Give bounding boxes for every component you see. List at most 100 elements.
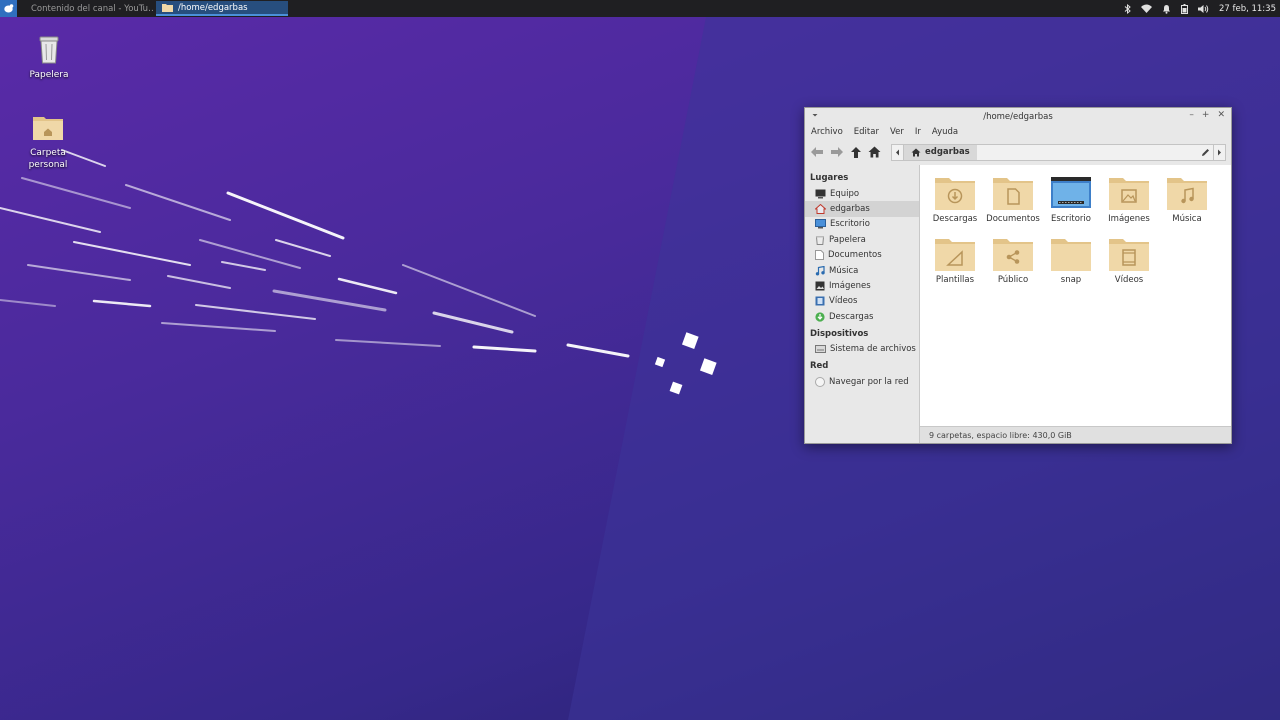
desktop-folder-icon <box>1051 177 1091 208</box>
home-folder-icon <box>33 117 63 140</box>
menu-archivo[interactable]: Archivo <box>811 127 843 137</box>
sidebar-heading-places: Lugares <box>810 173 849 183</box>
sidebar-item-edgarbas[interactable]: edgarbas <box>805 201 919 217</box>
folder-label: Documentos <box>986 214 1040 224</box>
sidebar-item-label: Papelera <box>829 234 866 245</box>
folder-label: Escritorio <box>1051 214 1091 224</box>
close-icon[interactable]: ✕ <box>1217 110 1225 120</box>
desktop-icon-label: Papelera <box>29 70 69 80</box>
chevron-left-icon <box>896 149 899 155</box>
minimize-icon[interactable]: – <box>1189 110 1194 120</box>
sidebar: Lugares Equipo edgarbas Escritorio Papel… <box>805 165 919 443</box>
sidebar-item-label: Música <box>829 265 859 276</box>
breadcrumb-label: edgarbas <box>925 147 970 157</box>
taskbar-item-label: /home/edgarbas <box>178 2 248 13</box>
drive-icon <box>815 345 826 354</box>
sidebar-item-label: Descargas <box>829 311 874 322</box>
home-icon[interactable] <box>868 146 881 158</box>
sidebar-item-descargas[interactable]: Descargas <box>805 309 919 324</box>
path-scroll-left[interactable] <box>892 144 904 160</box>
music-folder-icon <box>1167 178 1207 210</box>
back-arrow-icon[interactable] <box>810 146 824 158</box>
sidebar-item-navegar-por-la-red[interactable]: Navegar por la red <box>805 374 919 389</box>
pictures-folder-icon <box>1109 178 1149 210</box>
window-menu-icon[interactable] <box>811 111 819 119</box>
menu-ver[interactable]: Ver <box>890 127 904 137</box>
edit-location-button[interactable] <box>1197 145 1213 160</box>
bluetooth-icon[interactable] <box>1124 3 1131 14</box>
up-arrow-icon[interactable] <box>850 146 862 159</box>
desktop-icon-label: Carpeta personal <box>28 148 68 170</box>
sidebar-item-label: Navegar por la red <box>829 376 909 387</box>
folder-plantillas[interactable]: Plantillas <box>926 236 984 285</box>
sidebar-item-musica[interactable]: Música <box>805 263 919 278</box>
folder-label: Música <box>1172 214 1202 224</box>
folder-descargas[interactable]: Descargas <box>926 175 984 224</box>
sidebar-item-label: Equipo <box>830 188 860 199</box>
menu-editar[interactable]: Editar <box>854 127 879 137</box>
sidebar-heading-devices: Dispositivos <box>810 328 869 339</box>
folder-documentos[interactable]: Documentos <box>984 175 1042 224</box>
desktop-icon <box>815 219 826 229</box>
file-view[interactable]: Descargas Documentos Escritorio Imágenes… <box>919 165 1231 443</box>
top-panel: Contenido del canal - YouTu… /home/edgar… <box>0 0 1280 17</box>
sidebar-item-papelera[interactable]: Papelera <box>805 232 919 247</box>
menu-ayuda[interactable]: Ayuda <box>932 127 958 137</box>
sidebar-item-label: Escritorio <box>830 219 870 230</box>
folder-label: Público <box>997 275 1029 285</box>
path-spacer <box>977 145 1197 160</box>
menu-ir[interactable]: Ir <box>915 127 921 137</box>
documents-folder-icon <box>993 178 1033 210</box>
panel-clock[interactable]: 27 feb, 11:35 <box>1219 4 1276 14</box>
sidebar-item-documentos[interactable]: Documentos <box>805 248 919 263</box>
sidebar-item-escritorio[interactable]: Escritorio <box>805 217 919 232</box>
folder-escritorio[interactable]: Escritorio <box>1042 175 1100 224</box>
folder-videos[interactable]: Vídeos <box>1100 236 1158 285</box>
folder-publico[interactable]: Público <box>984 236 1042 285</box>
window-titlebar[interactable]: /home/edgarbas – + ✕ <box>805 108 1231 125</box>
xfce-mouse-icon <box>4 4 14 13</box>
volume-icon[interactable] <box>1197 4 1209 14</box>
system-tray: 27 feb, 11:35 <box>1124 0 1276 17</box>
sidebar-item-videos[interactable]: Vídeos <box>805 294 919 309</box>
pencil-icon <box>1201 148 1209 156</box>
taskbar-item-file-manager[interactable]: /home/edgarbas <box>156 1 288 16</box>
sidebar-item-sistema-de-archivos[interactable]: Sistema de archivos <box>805 342 919 357</box>
desktop-icon-trash[interactable]: Papelera <box>14 33 84 81</box>
breadcrumb-edgarbas[interactable]: edgarbas <box>904 144 977 160</box>
folder-grid: Descargas Documentos Escritorio Imágenes… <box>926 175 1216 285</box>
window-body: Lugares Equipo edgarbas Escritorio Papel… <box>805 165 1231 443</box>
desktop-icon-home-folder[interactable]: Carpeta personal <box>13 113 83 171</box>
sidebar-item-equipo[interactable]: Equipo <box>805 186 919 201</box>
wifi-icon[interactable] <box>1140 4 1152 13</box>
public-folder-icon <box>993 239 1033 271</box>
taskbar-item-label: Contenido del canal - YouTu… <box>31 3 153 14</box>
home-icon <box>815 204 826 215</box>
applications-menu-button[interactable] <box>0 0 17 17</box>
document-icon <box>815 250 824 261</box>
folder-musica[interactable]: Música <box>1158 175 1216 224</box>
download-folder-icon <box>935 178 975 210</box>
sidebar-item-label: Documentos <box>828 250 882 261</box>
maximize-icon[interactable]: + <box>1202 110 1210 120</box>
music-note-icon <box>815 265 825 276</box>
taskbar-item-browser[interactable]: Contenido del canal - YouTu… <box>20 1 153 16</box>
folder-imagenes[interactable]: Imágenes <box>1100 175 1158 224</box>
sidebar-item-label: Sistema de archivos <box>830 344 916 355</box>
picture-icon <box>815 281 825 291</box>
path-scroll-right[interactable] <box>1213 144 1225 160</box>
notifications-bell-icon[interactable] <box>1162 4 1171 14</box>
folder-snap[interactable]: snap <box>1042 236 1100 285</box>
forward-arrow-icon[interactable] <box>830 146 844 158</box>
computer-icon <box>815 189 826 199</box>
status-text: 9 carpetas, espacio libre: 430,0 GiB <box>929 430 1072 440</box>
toolbar: edgarbas <box>805 139 1231 165</box>
folder-label: Descargas <box>932 214 978 224</box>
battery-icon[interactable] <box>1180 3 1188 14</box>
sidebar-item-imagenes[interactable]: Imágenes <box>805 278 919 293</box>
templates-folder-icon <box>935 239 975 271</box>
location-bar: edgarbas <box>891 143 1226 161</box>
network-icon <box>815 376 825 387</box>
trash-icon <box>815 235 825 245</box>
folder-label: snap <box>1060 275 1082 285</box>
